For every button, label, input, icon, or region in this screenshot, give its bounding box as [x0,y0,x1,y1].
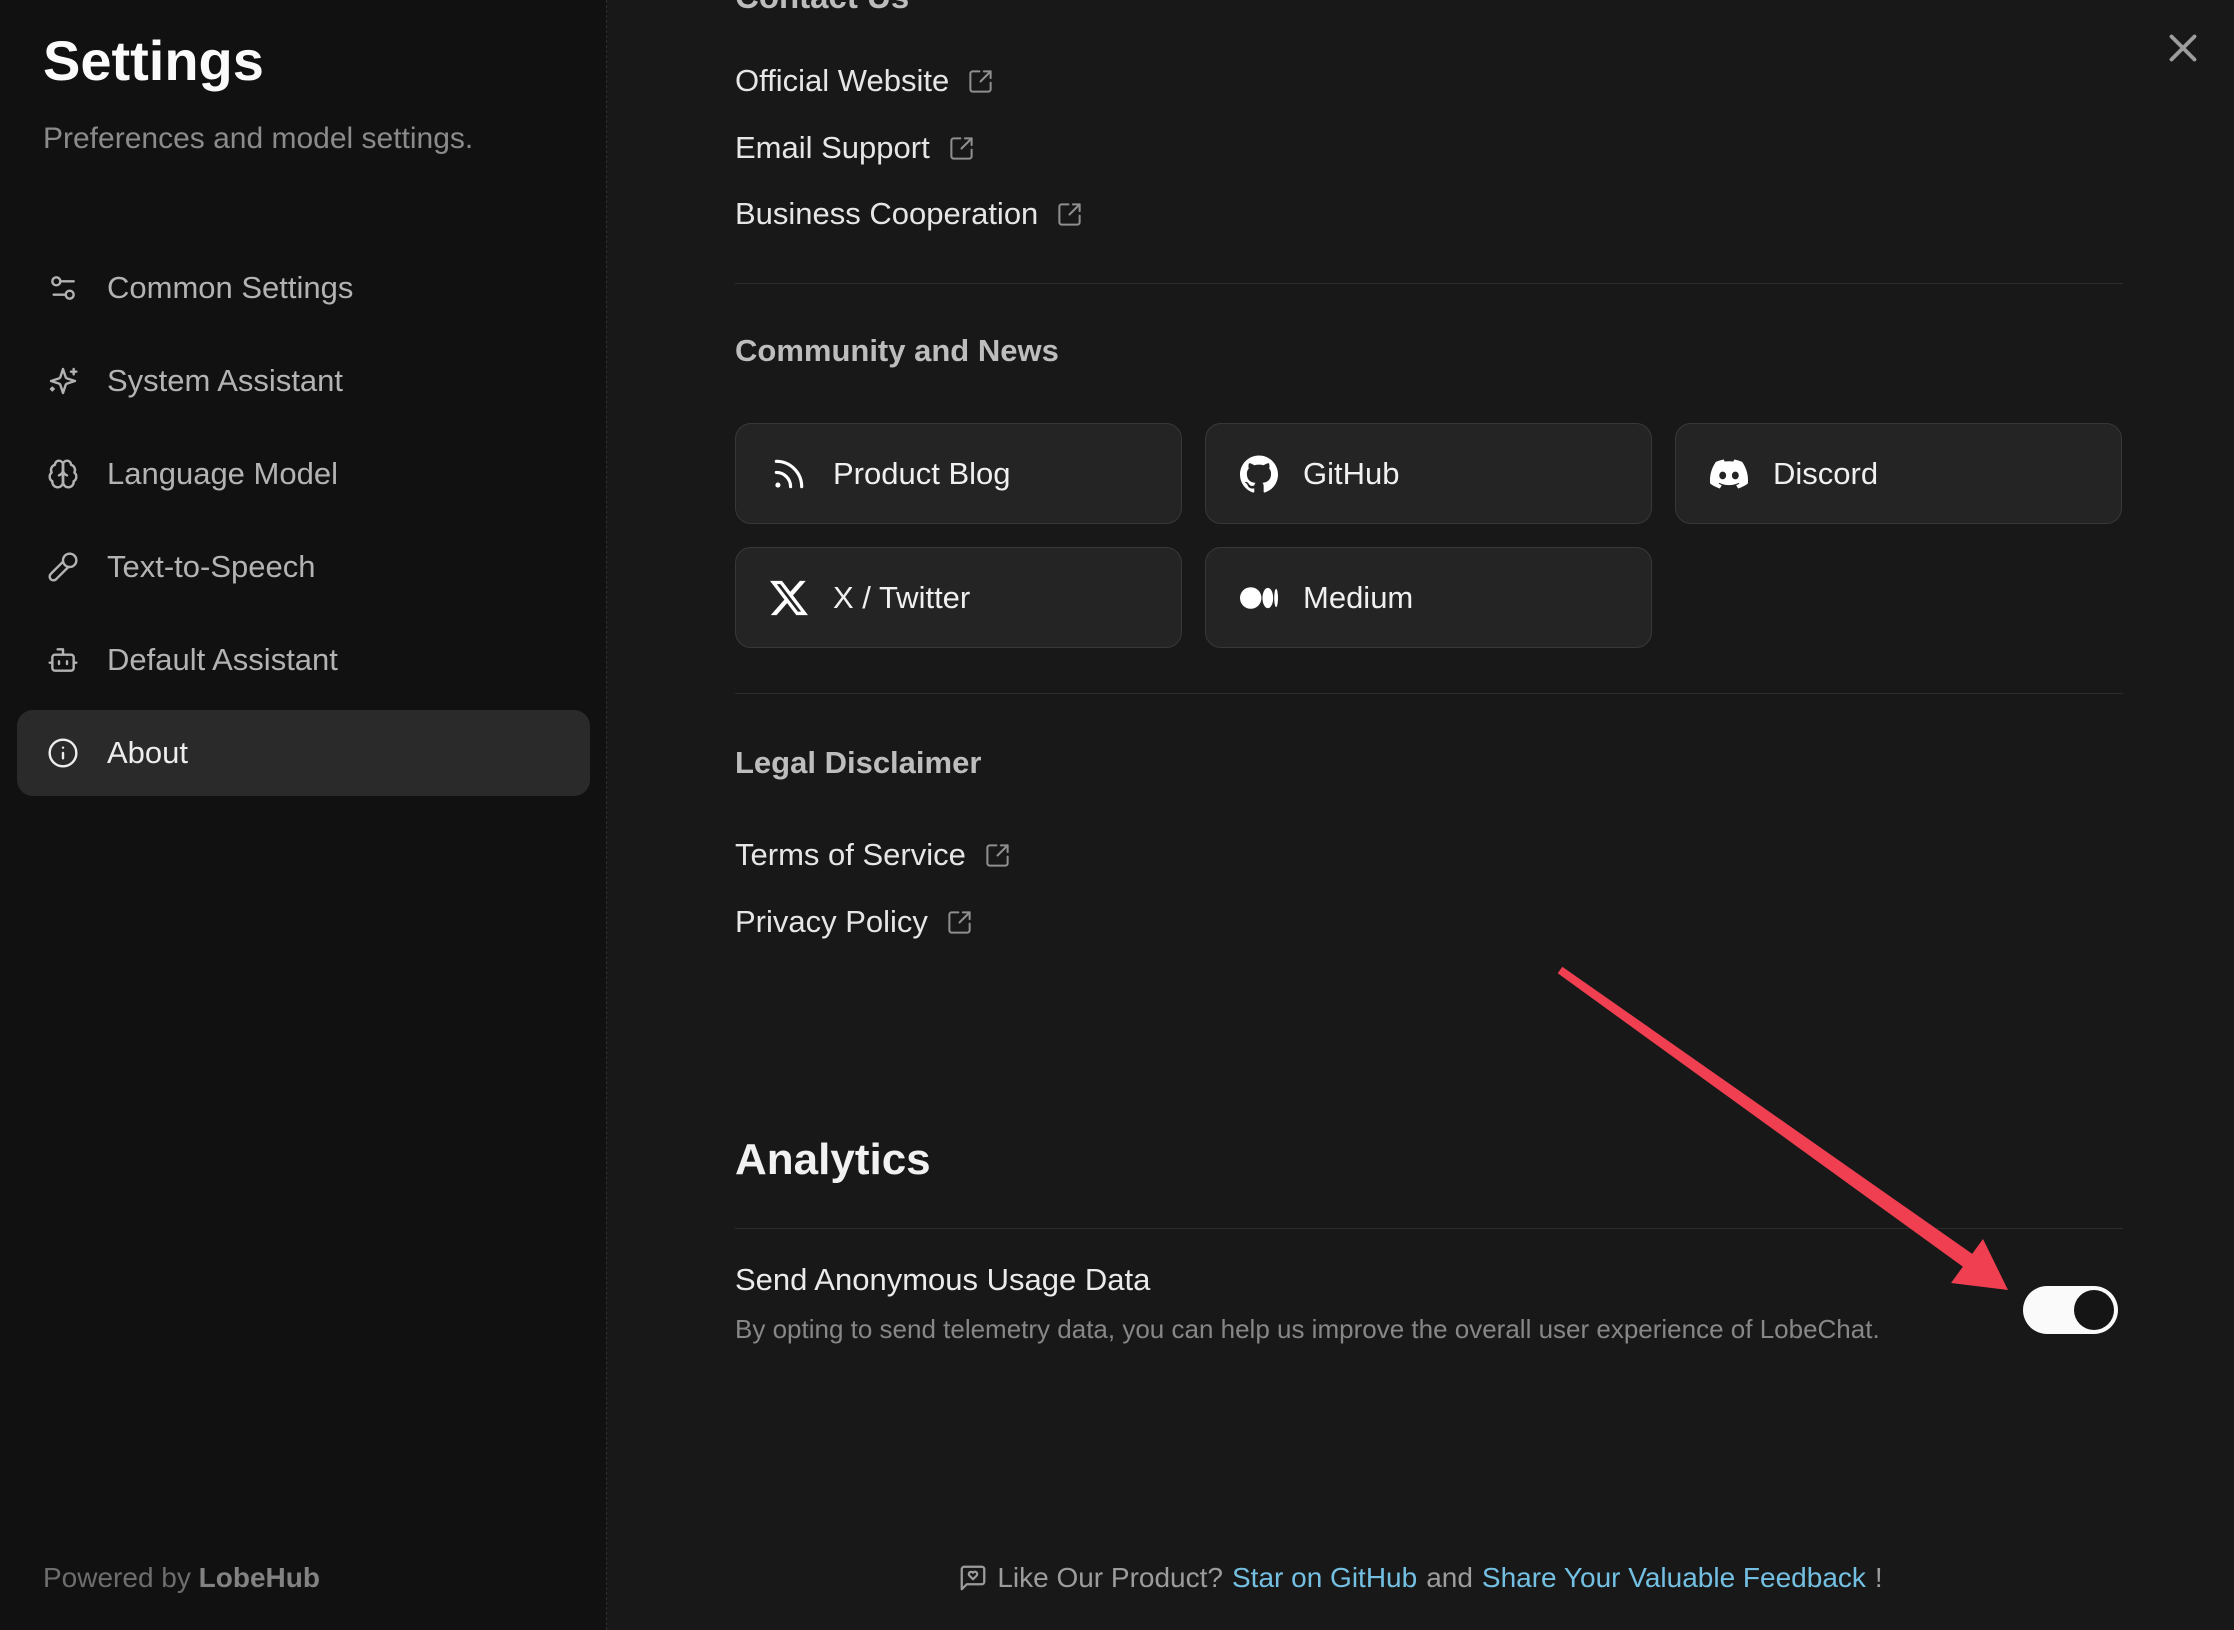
link-label: Privacy Policy [735,904,928,940]
powered-by: Powered by LobeHub [43,1562,320,1594]
sidebar-item-about[interactable]: About [17,710,590,796]
medium-icon [1240,579,1278,617]
link-terms-of-service[interactable]: Terms of Service [735,835,1011,875]
page-title: Settings [43,28,264,93]
sidebar-item-text-to-speech[interactable]: Text-to-Speech [17,524,590,610]
section-divider [735,1228,2123,1229]
button-label: X / Twitter [833,580,970,616]
footer-text: Like Our Product? [997,1562,1223,1594]
send-usage-data-toggle[interactable] [2023,1286,2118,1334]
link-label: Business Cooperation [735,196,1038,232]
sidebar-item-label: Common Settings [107,270,353,306]
lobehub-brand[interactable]: LobeHub [199,1562,320,1593]
link-privacy-policy[interactable]: Privacy Policy [735,902,973,942]
sidebar-item-common-settings[interactable]: Common Settings [17,245,590,331]
button-label: Medium [1303,580,1413,616]
link-official-website[interactable]: Official Website [735,61,994,101]
link-label: Terms of Service [735,837,966,873]
sidebar-item-label: About [107,735,188,771]
link-label: Email Support [735,130,930,166]
external-link-icon [967,68,994,95]
x-twitter-icon [770,579,808,617]
sidebar-item-label: System Assistant [107,363,343,399]
section-heading-contact-us: Contact Us [735,0,909,16]
button-label: Discord [1773,456,1878,492]
external-link-icon [1056,201,1083,228]
button-label: Product Blog [833,456,1011,492]
send-usage-data-label: Send Anonymous Usage Data [735,1262,1150,1298]
external-link-icon [948,135,975,162]
github-icon [1240,455,1278,493]
send-usage-data-description: By opting to send telemetry data, you ca… [735,1314,1880,1345]
link-business-cooperation[interactable]: Business Cooperation [735,194,1083,234]
footer: Like Our Product? Star on GitHub and Sha… [607,1562,2234,1594]
close-button[interactable] [2160,25,2206,71]
sliders-icon [47,272,79,304]
page-subtitle: Preferences and model settings. [43,122,473,156]
settings-sidebar: Settings Preferences and model settings.… [0,0,607,1630]
sidebar-item-label: Default Assistant [107,642,338,678]
star-on-github-link[interactable]: Star on GitHub [1232,1562,1417,1594]
x-twitter-button[interactable]: X / Twitter [735,547,1182,648]
section-heading-legal: Legal Disclaimer [735,745,981,781]
powered-by-prefix: Powered by [43,1562,191,1593]
sidebar-item-system-assistant[interactable]: System Assistant [17,338,590,424]
settings-nav: Common Settings System Assistant Languag… [17,245,590,803]
section-divider [735,693,2123,694]
info-icon [47,737,79,769]
external-link-icon [946,909,973,936]
bot-icon [47,644,79,676]
link-email-support[interactable]: Email Support [735,128,975,168]
footer-text: and [1426,1562,1473,1594]
discord-button[interactable]: Discord [1675,423,2122,524]
sidebar-item-label: Language Model [107,456,338,492]
section-heading-analytics: Analytics [735,1135,931,1185]
section-divider [735,283,2123,284]
medium-button[interactable]: Medium [1205,547,1652,648]
github-button[interactable]: GitHub [1205,423,1652,524]
rss-icon [770,455,808,493]
feedback-bubble-icon [958,1563,988,1593]
toggle-knob [2074,1290,2114,1330]
sidebar-item-label: Text-to-Speech [107,549,316,585]
external-link-icon [984,842,1011,869]
button-label: GitHub [1303,456,1399,492]
section-heading-community: Community and News [735,333,1059,369]
mic-icon [47,551,79,583]
sidebar-item-default-assistant[interactable]: Default Assistant [17,617,590,703]
link-label: Official Website [735,63,949,99]
share-feedback-link[interactable]: Share Your Valuable Feedback [1482,1562,1866,1594]
sidebar-item-language-model[interactable]: Language Model [17,431,590,517]
product-blog-button[interactable]: Product Blog [735,423,1182,524]
discord-icon [1710,455,1748,493]
footer-text: ! [1875,1562,1883,1594]
brain-icon [47,458,79,490]
sparkles-icon [47,365,79,397]
